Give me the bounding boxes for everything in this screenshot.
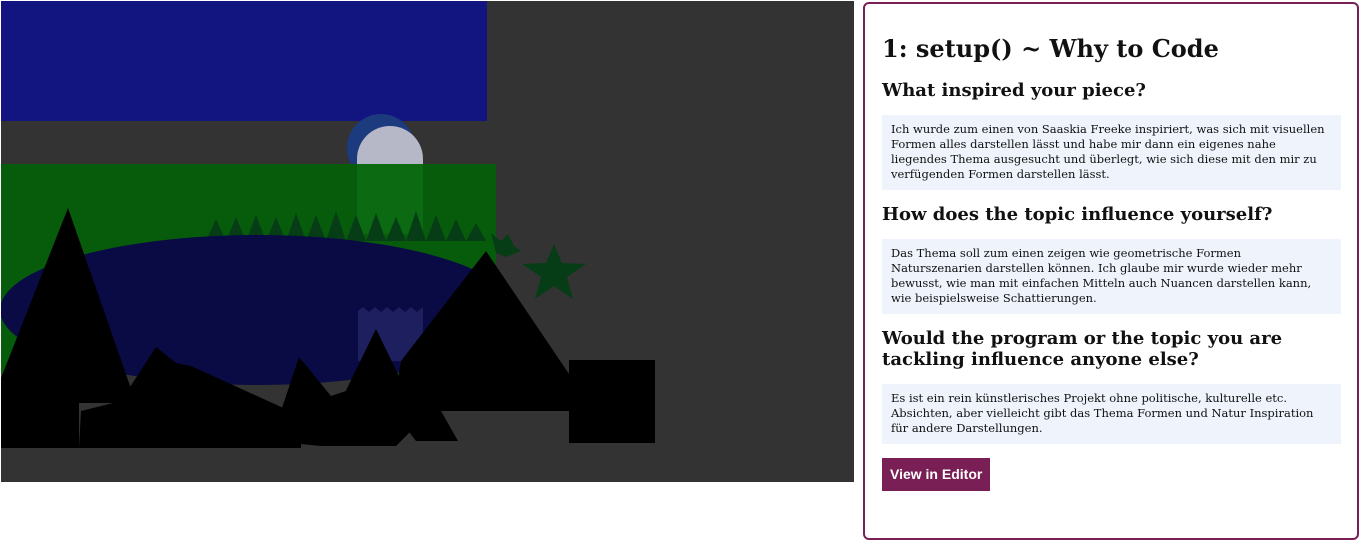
page: 1: setup() ~ Why to Code What inspired y…: [0, 0, 1364, 546]
sky-rect: [1, 1, 487, 121]
question-heading: Would the program or the topic you are t…: [882, 328, 1283, 370]
answer-text: Das Thema soll zum einen zeigen wie geom…: [882, 239, 1341, 314]
panel-title: 1: setup() ~ Why to Code: [882, 34, 1219, 63]
sketch-canvas[interactable]: [1, 1, 854, 482]
answer-text: Ich wurde zum einen von Saaskia Freeke i…: [882, 115, 1341, 190]
question-heading: How does the topic influence yourself?: [882, 204, 1273, 225]
answer-text: Es ist ein rein künstlerisches Projekt o…: [882, 384, 1341, 444]
info-panel: 1: setup() ~ Why to Code What inspired y…: [863, 2, 1359, 540]
question-heading: What inspired your piece?: [882, 80, 1146, 101]
view-in-editor-button[interactable]: View in Editor: [882, 458, 991, 491]
landscape-artwork: [1, 1, 854, 482]
